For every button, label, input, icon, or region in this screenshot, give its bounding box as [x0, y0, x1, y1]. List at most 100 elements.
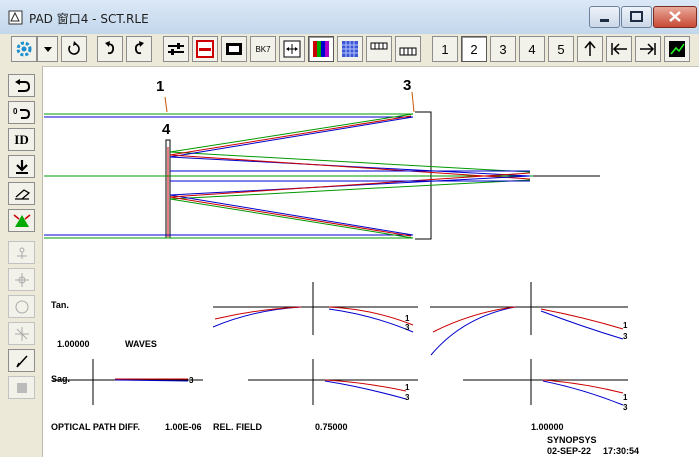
arrow-right-bar-icon — [640, 43, 656, 55]
stamp-button[interactable] — [8, 376, 35, 399]
film-button[interactable] — [221, 36, 247, 62]
surface-label-4: 4 — [162, 121, 171, 138]
triangle-icon — [13, 213, 30, 227]
footer-title: OPTICAL PATH DIFF. — [51, 422, 140, 432]
page-button-2[interactable]: 2 — [461, 36, 487, 62]
page-button-3[interactable]: 3 — [490, 36, 516, 62]
gear-icon — [16, 41, 32, 57]
footer-wavelength: 1.00E-06 — [165, 422, 202, 432]
expand-icon — [283, 40, 301, 58]
table-icon — [370, 42, 388, 50]
chevron-down-icon — [43, 47, 52, 52]
return-icon — [14, 78, 30, 92]
minimize-icon — [600, 19, 609, 22]
glass-button[interactable]: BK7 — [250, 36, 276, 62]
pen-button[interactable] — [8, 349, 35, 372]
last-button[interactable] — [635, 36, 661, 62]
label-leader-3 — [411, 91, 415, 113]
brand-time: 17:30:54 — [603, 446, 640, 456]
page-button-4[interactable]: 4 — [519, 36, 545, 62]
close-icon — [669, 11, 681, 22]
optimize-button[interactable] — [8, 209, 35, 232]
toolbar: BK7 1 2 3 4 5 — [0, 34, 699, 67]
maximize-icon — [630, 11, 643, 22]
star-icon — [14, 326, 29, 341]
tan-label: Tan. — [51, 300, 69, 310]
scale-value: 1.00000 — [57, 339, 90, 349]
refresh-button[interactable] — [61, 36, 87, 62]
stamp-icon — [16, 382, 27, 393]
curve-label-3: 3 — [405, 323, 410, 332]
page-button-5[interactable]: 5 — [548, 36, 574, 62]
color-bars-button[interactable] — [308, 36, 334, 62]
label-leader-1 — [164, 96, 168, 113]
up-button[interactable] — [577, 36, 603, 62]
glass-label: BK7 — [255, 44, 271, 54]
field-value-100: 1.00000 — [531, 422, 564, 432]
close-button[interactable] — [653, 6, 697, 28]
download-button[interactable] — [8, 155, 35, 178]
curve-label-3: 3 — [189, 376, 194, 385]
chart-button[interactable] — [664, 36, 690, 62]
back-button[interactable] — [8, 74, 35, 97]
film-icon — [226, 43, 242, 55]
curve-label-1: 1 — [623, 321, 628, 330]
sag-label: Sag. — [51, 374, 71, 384]
circle-icon — [15, 300, 28, 313]
arrow-up-icon — [584, 41, 596, 56]
eraser-button[interactable] — [8, 182, 35, 205]
scale-unit: WAVES — [125, 339, 157, 349]
title-bar: PAD 窗口4 - SCT.RLE — [0, 0, 699, 35]
zoom-fit-button[interactable] — [279, 36, 305, 62]
minimize-button[interactable] — [589, 6, 620, 28]
curve-label-1: 1 — [405, 383, 410, 392]
table-bottom-button[interactable] — [395, 36, 421, 62]
page-button-1[interactable]: 1 — [432, 36, 458, 62]
layout-icon — [196, 40, 214, 58]
tool-button-b[interactable] — [8, 268, 35, 291]
curve-label-1: 1 — [405, 314, 410, 323]
crosshair-icon — [14, 272, 29, 287]
reset-icon: 0 — [13, 107, 30, 119]
id-button[interactable]: ID — [8, 128, 35, 151]
undo-icon — [105, 41, 115, 55]
footer-field-label: REL. FIELD — [213, 422, 262, 432]
tool-button-c[interactable] — [8, 295, 35, 318]
download-icon — [15, 159, 28, 174]
svg-text:0: 0 — [13, 107, 18, 116]
pattern-icon — [342, 41, 358, 57]
redo-button[interactable] — [126, 36, 152, 62]
pad-drawing-canvas[interactable]: 1 4 3 Tan. Sag. 1.00000 WAVES 1 3 1 3 3 … — [43, 67, 699, 457]
tool-button-a[interactable] — [8, 241, 35, 264]
refresh-icon — [68, 41, 80, 55]
undo-button[interactable] — [97, 36, 123, 62]
adjust-button[interactable] — [163, 36, 189, 62]
table-top-button[interactable] — [366, 36, 392, 62]
layout-view-button[interactable] — [192, 36, 218, 62]
opd-curves — [114, 306, 624, 406]
curve-label-3: 3 — [623, 403, 628, 412]
surface-label-3: 3 — [403, 77, 412, 94]
color-bars-icon — [313, 41, 329, 57]
grid-icon — [399, 47, 417, 56]
curve-label-3: 3 — [623, 332, 628, 341]
app-icon — [8, 10, 23, 25]
first-button[interactable] — [606, 36, 632, 62]
chart-icon — [669, 41, 685, 57]
maximize-button[interactable] — [621, 6, 652, 28]
pattern-button[interactable] — [337, 36, 363, 62]
reset-button[interactable]: 0 — [8, 101, 35, 124]
optical-drawing — [44, 91, 628, 406]
left-toolbar: 0 ID — [0, 66, 43, 457]
curve-label-3: 3 — [405, 393, 410, 402]
sliders-icon — [168, 43, 184, 55]
ray-bundle — [44, 113, 533, 239]
settings-button[interactable] — [11, 36, 37, 62]
pen-icon — [15, 354, 28, 368]
settings-dropdown-button[interactable] — [37, 36, 58, 62]
tool-button-d[interactable] — [8, 322, 35, 345]
brand-name: SYNOPSYS — [547, 435, 597, 445]
brand-date: 02-SEP-22 — [547, 446, 592, 456]
surface-label-1: 1 — [156, 78, 165, 95]
window-title: PAD 窗口4 - SCT.RLE — [29, 12, 149, 26]
